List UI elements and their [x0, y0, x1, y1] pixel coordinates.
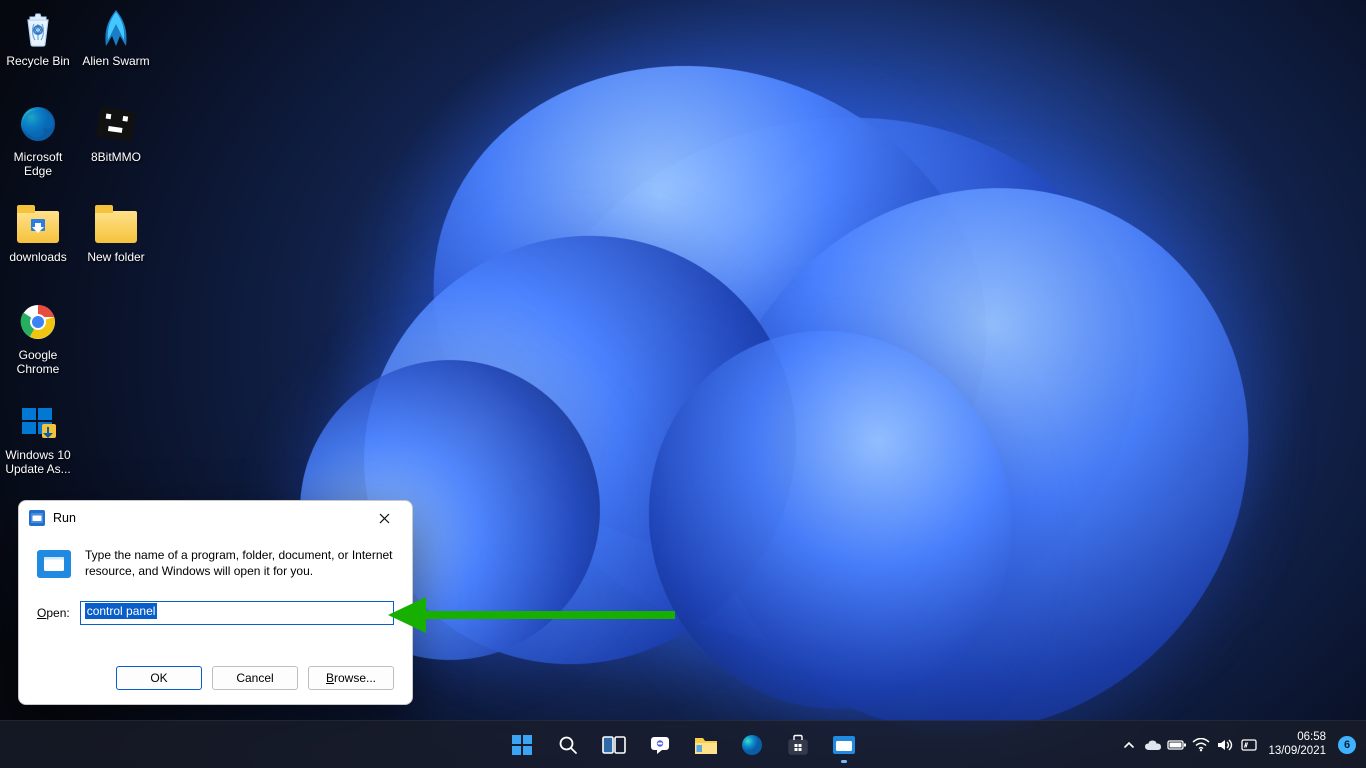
windows-update-icon — [16, 400, 60, 444]
desktop-icon-label: Google Chrome — [0, 348, 76, 377]
edge-icon — [740, 733, 764, 757]
file-explorer-icon — [693, 734, 719, 756]
desktop-icon-label: Recycle Bin — [0, 54, 76, 68]
desktop-icon-microsoft-edge[interactable]: Microsoft Edge — [0, 102, 76, 179]
browse-button[interactable]: Browse... — [308, 666, 394, 690]
cancel-button[interactable]: Cancel — [212, 666, 298, 690]
taskbar-clock[interactable]: 06:58 13/09/2021 — [1262, 731, 1332, 759]
chrome-icon — [16, 300, 60, 344]
windows-logo-icon — [510, 733, 534, 757]
run-dialog: Run Type the name of a program, folder, … — [18, 500, 413, 705]
desktop-icon-8bitmmo[interactable]: 8BitMMO — [78, 102, 154, 164]
desktop-icon-label: downloads — [0, 250, 76, 264]
close-icon — [379, 513, 390, 524]
run-title-icon — [29, 510, 45, 526]
battery-icon — [1167, 739, 1187, 751]
ok-button[interactable]: OK — [116, 666, 202, 690]
chat-button[interactable] — [640, 725, 680, 765]
desktop-icon-label: 8BitMMO — [78, 150, 154, 164]
desktop-icon-label: Windows 10 Update As... — [0, 448, 76, 477]
wifi-tray-icon[interactable] — [1190, 725, 1212, 765]
battery-tray-icon[interactable] — [1166, 725, 1188, 765]
search-button[interactable] — [548, 725, 588, 765]
task-view-icon — [602, 735, 626, 755]
desktop-icon-label: Alien Swarm — [78, 54, 154, 68]
chat-icon — [649, 734, 671, 756]
run-app-button[interactable] — [824, 725, 864, 765]
desktop-icon-label: New folder — [78, 250, 154, 264]
desktop-icon-windows-update-assistant[interactable]: Windows 10 Update As... — [0, 400, 76, 477]
wifi-icon — [1192, 738, 1210, 752]
run-title-text: Run — [53, 511, 76, 525]
show-hidden-icons-button[interactable] — [1118, 725, 1140, 765]
desktop-icon-downloads[interactable]: downloads — [0, 202, 76, 264]
store-icon — [786, 733, 810, 757]
taskbar: 06:58 13/09/2021 6 — [0, 720, 1366, 768]
run-description: Type the name of a program, folder, docu… — [85, 547, 394, 579]
edge-icon — [16, 102, 60, 146]
volume-icon — [1216, 738, 1234, 752]
chevron-up-icon — [1123, 739, 1135, 751]
open-input-value: control panel — [85, 603, 158, 619]
desktop-icon-alien-swarm[interactable]: Alien Swarm — [78, 6, 154, 68]
folder-icon — [94, 202, 138, 246]
notifications-button[interactable]: 6 — [1338, 736, 1356, 754]
recycle-bin-icon — [16, 6, 60, 50]
start-button[interactable] — [502, 725, 542, 765]
desktop-icon-new-folder[interactable]: New folder — [78, 202, 154, 264]
open-label: Open: — [37, 606, 70, 620]
alien-swarm-icon — [94, 6, 138, 50]
onedrive-tray-icon[interactable] — [1142, 725, 1164, 765]
open-input[interactable]: control panel — [80, 601, 394, 625]
microsoft-store-button[interactable] — [778, 725, 818, 765]
edge-button[interactable] — [732, 725, 772, 765]
run-app-icon — [37, 550, 71, 578]
search-icon — [557, 734, 579, 756]
desktop-icon-recycle-bin[interactable]: Recycle Bin — [0, 6, 76, 68]
taskbar-tray: 06:58 13/09/2021 6 — [1118, 721, 1366, 768]
clock-date: 13/09/2021 — [1268, 745, 1326, 759]
downloads-folder-icon — [16, 202, 60, 246]
taskbar-center — [502, 721, 864, 768]
volume-tray-icon[interactable] — [1214, 725, 1236, 765]
file-explorer-button[interactable] — [686, 725, 726, 765]
close-button[interactable] — [364, 504, 404, 532]
input-indicator-tray-icon[interactable] — [1238, 725, 1260, 765]
desktop-icon-google-chrome[interactable]: Google Chrome — [0, 300, 76, 377]
desktop-icon-label: Microsoft Edge — [0, 150, 76, 179]
notifications-count: 6 — [1344, 739, 1350, 751]
clock-time: 06:58 — [1268, 731, 1326, 745]
8bitmmo-icon — [94, 102, 138, 146]
task-view-button[interactable] — [594, 725, 634, 765]
run-taskbar-icon — [832, 735, 856, 755]
input-indicator-icon — [1241, 737, 1257, 753]
run-titlebar[interactable]: Run — [19, 501, 412, 535]
cloud-icon — [1144, 739, 1162, 751]
